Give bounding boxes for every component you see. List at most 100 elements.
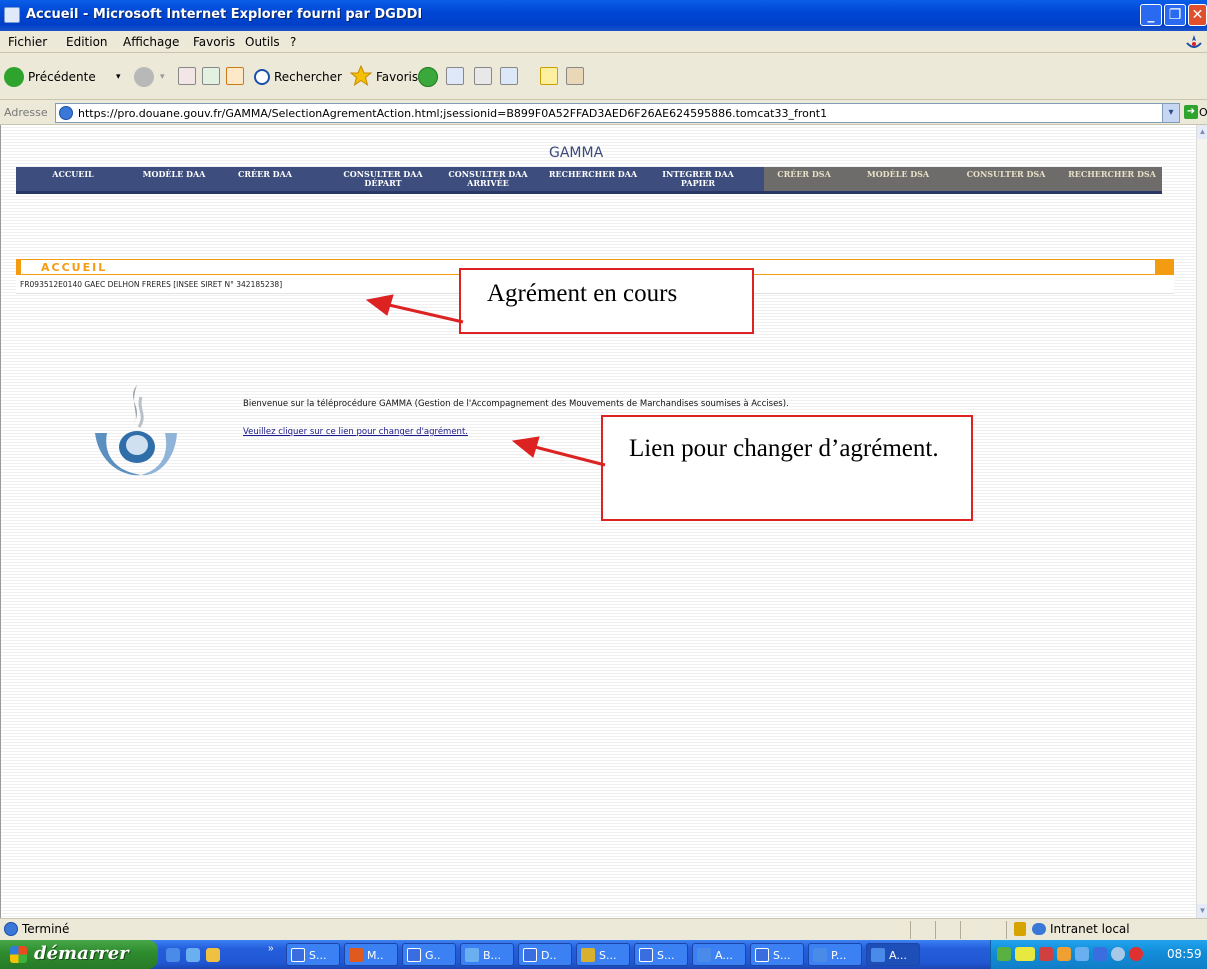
annotation-arrows (365, 294, 606, 467)
taskbar-item[interactable]: D.. (518, 943, 572, 966)
status-page-icon (4, 922, 18, 936)
taskbar-item[interactable]: S... (576, 943, 630, 966)
back-arrow-icon[interactable] (4, 67, 24, 87)
menu-favoris[interactable]: Favoris (193, 35, 235, 49)
minimize-icon[interactable]: _ (1140, 4, 1162, 26)
search-button-label[interactable]: Rechercher (274, 70, 342, 84)
menu-affichage[interactable]: Affichage (123, 35, 179, 49)
tray-volume-icon[interactable] (1111, 947, 1125, 961)
taskbar-item[interactable]: S... (286, 943, 340, 966)
window-title: Accueil - Microsoft Internet Explorer fo… (26, 7, 423, 22)
taskbar-item[interactable]: A... (692, 943, 746, 966)
research-icon[interactable] (566, 67, 584, 85)
section-title: ACCUEIL (41, 261, 108, 274)
welcome-text: Bienvenue sur la téléprocédure GAMMA (Ge… (243, 399, 789, 409)
mail-icon[interactable] (446, 67, 464, 85)
maximize-icon[interactable]: ❐ (1164, 4, 1186, 26)
scroll-up-icon[interactable]: ▲ (1197, 125, 1207, 139)
tray-network-icon[interactable] (997, 947, 1011, 961)
taskbar-item[interactable]: M.. (344, 943, 398, 966)
system-tray: 08:59 (990, 940, 1207, 969)
callout-changer-agrement: Lien pour changer d’agrément. (601, 415, 973, 521)
address-url[interactable]: https://pro.douane.gouv.fr/GAMMA/Selecti… (78, 107, 827, 120)
tray-shield-icon[interactable] (1093, 947, 1107, 961)
address-input[interactable]: https://pro.douane.gouv.fr/GAMMA/Selecti… (55, 103, 1180, 123)
address-dropdown-icon[interactable]: ▾ (1162, 104, 1179, 122)
favorites-star-icon[interactable] (350, 65, 372, 87)
nav-consulter-daa-depart[interactable]: CONSULTER DAA DÉPART (338, 170, 428, 188)
main-nav: ACCUEIL MODÈLE DAA CRÉER DAA CONSULTER D… (16, 167, 1162, 194)
clock: 08:59 (1167, 947, 1202, 961)
stop-icon[interactable] (178, 67, 196, 85)
tray-antivirus-icon[interactable] (1129, 947, 1143, 961)
address-bar: Adresse https://pro.douane.gouv.fr/GAMMA… (0, 101, 1207, 125)
favorites-button-label[interactable]: Favoris (376, 70, 418, 84)
status-bar: Terminé Intranet local (0, 918, 1207, 940)
menu-fichier[interactable]: Fichier (8, 35, 47, 49)
taskbar: démarrer » S... M.. G.. B... D.. S... S.… (0, 940, 1207, 969)
nav-rechercher-daa[interactable]: RECHERCHER DAA (544, 170, 642, 179)
tray-display-icon[interactable] (1075, 947, 1089, 961)
nav-underline (16, 191, 1162, 194)
tray-vpn-icon[interactable] (1015, 947, 1035, 961)
back-dropdown-icon[interactable]: ▾ (116, 72, 121, 82)
quicklaunch-mail-icon[interactable] (186, 948, 200, 962)
ie-app-icon (4, 7, 20, 23)
windows-throbber-icon (1186, 35, 1202, 48)
nav-modele-daa[interactable]: MODÈLE DAA (134, 170, 214, 179)
nav-creer-dsa[interactable]: CRÉER DSA (768, 170, 840, 179)
douane-flame-logo-icon (95, 385, 177, 476)
taskbar-item-active[interactable]: A... (866, 943, 920, 966)
edit-icon[interactable] (500, 67, 518, 85)
history-icon[interactable] (418, 67, 438, 87)
folder-icon[interactable] (540, 67, 558, 85)
taskbar-item[interactable]: B... (460, 943, 514, 966)
menu-outils[interactable]: Outils (245, 35, 280, 49)
forward-dropdown-icon[interactable]: ▾ (160, 72, 165, 82)
lock-icon (1014, 922, 1026, 936)
menu-bar: Fichier Edition Affichage Favoris Outils… (0, 31, 1207, 53)
section-corner (1155, 260, 1173, 274)
current-agrement: FR093512E0140 GAEC DELHON FRERES [INSEE … (20, 280, 283, 289)
home-icon[interactable] (226, 67, 244, 85)
arrow-to-link (511, 436, 606, 467)
status-separator (910, 921, 911, 939)
tray-update-icon[interactable] (1057, 947, 1071, 961)
nav-consulter-daa-arrivee[interactable]: CONSULTER DAA ARRIVÉE (444, 170, 532, 188)
callout-agrement-en-cours: Agrément en cours (459, 268, 754, 334)
status-separator (1006, 921, 1007, 939)
close-icon[interactable]: ✕ (1188, 4, 1207, 26)
taskbar-item[interactable]: S... (634, 943, 688, 966)
nav-accueil[interactable]: ACCUEIL (44, 170, 102, 179)
forward-arrow-icon[interactable] (134, 67, 154, 87)
nav-integrer-daa-papier[interactable]: INTEGRER DAA PAPIER (654, 170, 742, 188)
windows-flag-icon (10, 946, 27, 963)
quicklaunch-expand-icon[interactable]: » (268, 943, 274, 954)
scroll-down-icon[interactable]: ▼ (1197, 904, 1207, 918)
go-button-label[interactable]: OK (1199, 106, 1207, 119)
search-icon[interactable] (254, 69, 270, 85)
nav-rechercher-dsa[interactable]: RECHERCHER DSA (1064, 170, 1160, 179)
go-arrow-icon[interactable]: ➜ (1184, 105, 1198, 119)
tray-app-icon[interactable] (1039, 947, 1053, 961)
start-button[interactable]: démarrer (0, 940, 158, 969)
title-bar: Accueil - Microsoft Internet Explorer fo… (0, 0, 1207, 31)
toolbar: Précédente ▾ ▾ Rechercher Favoris (0, 54, 1207, 100)
taskbar-item[interactable]: G.. (402, 943, 456, 966)
nav-consulter-dsa[interactable]: CONSULTER DSA (960, 170, 1052, 179)
nav-modele-dsa[interactable]: MODÈLE DSA (858, 170, 938, 179)
vertical-scrollbar[interactable]: ▲ ▼ (1196, 125, 1207, 918)
menu-edition[interactable]: Edition (66, 35, 108, 49)
menu-help[interactable]: ? (290, 35, 296, 49)
taskbar-item[interactable]: S... (750, 943, 804, 966)
taskbar-item[interactable]: P... (808, 943, 862, 966)
status-separator (960, 921, 961, 939)
print-icon[interactable] (474, 67, 492, 85)
nav-creer-daa[interactable]: CRÉER DAA (230, 170, 300, 179)
change-agrement-link[interactable]: Veuillez cliquer sur ce lien pour change… (243, 427, 468, 437)
quicklaunch-folder-icon[interactable] (206, 948, 220, 962)
security-zone: Intranet local (1050, 922, 1130, 936)
refresh-icon[interactable] (202, 67, 220, 85)
quicklaunch-ie-icon[interactable] (166, 948, 180, 962)
back-button-label[interactable]: Précédente (28, 70, 96, 84)
